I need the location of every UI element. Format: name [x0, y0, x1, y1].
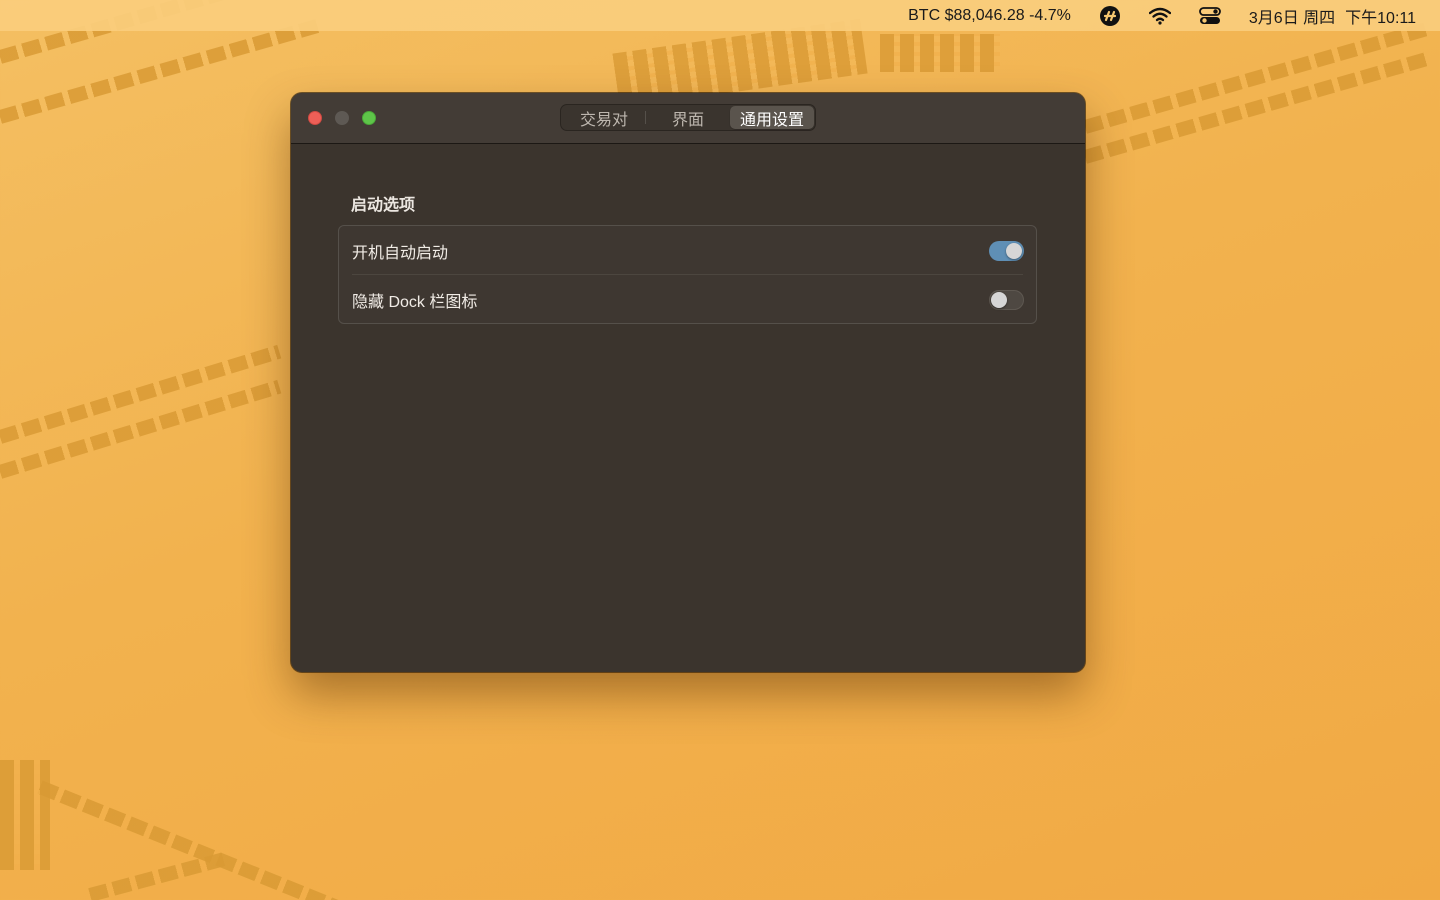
- menu-bar-clock[interactable]: 3月6日 周四 下午10:11: [1249, 4, 1416, 28]
- section-title: 启动选项: [351, 197, 416, 214]
- toggle-knob: [991, 292, 1007, 308]
- wallpaper-band: [88, 852, 228, 900]
- tab-trading-pairs[interactable]: 交易对: [562, 106, 646, 129]
- close-window-button[interactable]: [308, 111, 322, 125]
- wifi-icon[interactable]: [1148, 7, 1171, 25]
- minimize-window-button[interactable]: [335, 111, 349, 125]
- zoom-window-button[interactable]: [362, 111, 376, 125]
- option-row-hide-dock-icon: 隐藏 Dock 栏图标: [339, 275, 1036, 324]
- crypto-app-icon[interactable]: [1099, 5, 1121, 27]
- btc-ticker[interactable]: BTC $88,046.28 -4.7%: [908, 7, 1071, 25]
- menu-bar-date: 3月6日 周四: [1248, 9, 1336, 27]
- option-label: 开机自动启动: [352, 244, 449, 262]
- launch-at-login-toggle[interactable]: [989, 241, 1024, 261]
- tab-general-settings[interactable]: 通用设置: [730, 106, 814, 129]
- tab-interface[interactable]: 界面: [646, 106, 730, 129]
- menu-bar-time: 下午10:11: [1345, 9, 1416, 27]
- menu-bar: BTC $88,046.28 -4.7% 3月6日 周四 下午10:11: [0, 0, 1440, 31]
- wallpaper-blocks: [0, 760, 50, 870]
- hide-dock-icon-toggle[interactable]: [989, 290, 1024, 310]
- startup-options-group: 开机自动启动 隐藏 Dock 栏图标: [338, 225, 1037, 324]
- settings-tabs: 交易对 界面 通用设置: [560, 104, 816, 131]
- option-row-launch-at-login: 开机自动启动: [339, 226, 1036, 275]
- control-center-icon[interactable]: [1198, 6, 1221, 25]
- wallpaper-band: [37, 780, 349, 900]
- option-label: 隐藏 Dock 栏图标: [352, 293, 478, 311]
- wallpaper-blocks: [880, 34, 1000, 72]
- toggle-knob: [1006, 243, 1022, 259]
- settings-window: 交易对 界面 通用设置 启动选项 开机自动启动 隐藏 Dock 栏图标: [291, 93, 1085, 672]
- window-titlebar[interactable]: 交易对 界面 通用设置: [291, 93, 1085, 144]
